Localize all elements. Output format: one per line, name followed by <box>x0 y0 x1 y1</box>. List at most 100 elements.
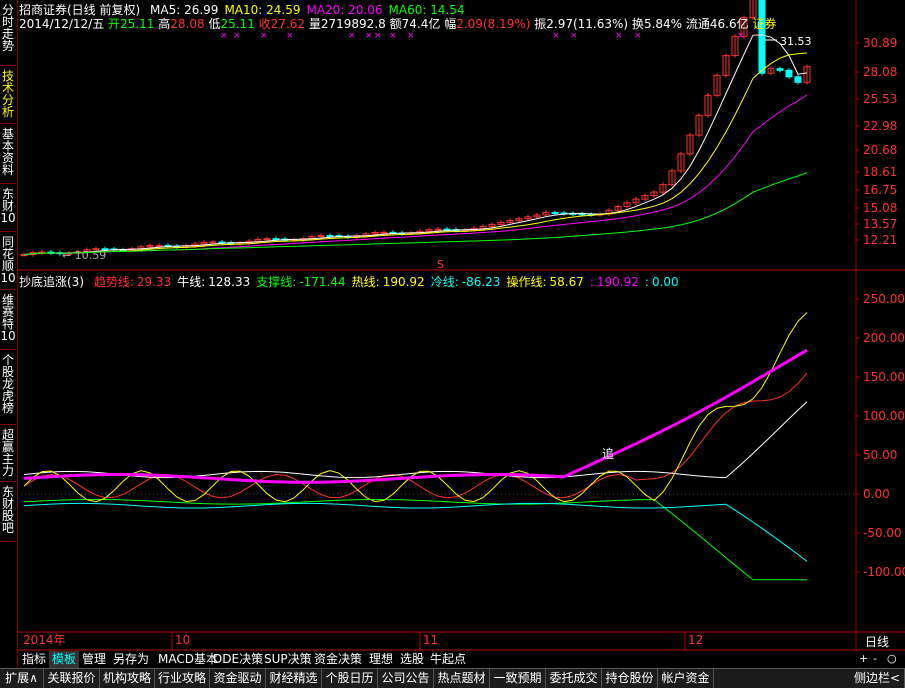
price-tick-label: 30.89 <box>863 36 897 50</box>
signal-marker: × <box>615 31 623 41</box>
signal-marker: × <box>348 31 356 41</box>
signal-marker: × <box>570 31 578 41</box>
signal-marker: × <box>389 31 397 41</box>
zoom-reset-button[interactable]: ○ <box>887 652 897 665</box>
indicator-tick-label: 150.00 <box>863 370 905 384</box>
sidebar-tab-guba[interactable]: 东财股吧 <box>0 482 16 542</box>
open-value: 25.11 <box>120 17 155 31</box>
bottom-institution[interactable]: 机构攻略 <box>100 669 155 688</box>
indicator-label-0: 趋势线: <box>93 275 134 289</box>
bottom-orders[interactable]: 委托成交 <box>546 669 602 688</box>
toolbar-template[interactable]: 模板 <box>49 651 80 668</box>
zoom-out-button[interactable]: - <box>873 652 877 665</box>
indicator-line-0 <box>23 372 808 499</box>
bottom-related-quote[interactable]: 关联报价 <box>44 669 100 688</box>
sidebar-tab-intraday[interactable]: 分时走势 <box>0 0 16 66</box>
bottom-calendar[interactable]: 个股日历 <box>322 669 378 688</box>
toolbar-manage[interactable]: 管理 <box>79 651 109 668</box>
low-value: 25.11 <box>220 17 255 31</box>
period-label[interactable]: 日线 <box>865 635 889 649</box>
high-value: 28.08 <box>170 17 205 31</box>
indicator-label-5: 操作线: <box>506 275 547 289</box>
signal-marker: × <box>220 31 228 41</box>
month-label: 10 <box>175 633 190 647</box>
sidebar-tab-dongcai10[interactable]: 东财 10 <box>0 184 16 232</box>
toolbar-dde[interactable]: DDE决策 <box>210 651 266 668</box>
signal-marker: × <box>286 31 294 41</box>
bottom-account[interactable]: 帐户资金 <box>658 669 714 688</box>
signal-marker: × <box>233 31 241 41</box>
month-label: 11 <box>423 633 438 647</box>
bottom-sidebar-toggle[interactable]: 侧边栏< <box>850 669 905 688</box>
indicator-tick-label: 0.00 <box>863 487 890 501</box>
high-label: 高 <box>158 17 171 31</box>
zoom-in-button[interactable]: + <box>859 652 868 665</box>
toolbar-sup[interactable]: SUP决策 <box>261 651 315 668</box>
amplitude-label: 振 <box>534 17 547 31</box>
indicator-value-2: -171.44 <box>299 275 346 289</box>
indicator-value-6: 190.92 <box>596 275 639 289</box>
year-label: 2014年 <box>23 633 66 647</box>
indicator-line-5 <box>23 348 808 484</box>
chart-area[interactable]: 30.89 28.08 25.53 22.98 20.68 18.61 16.75 15.08… <box>17 0 905 668</box>
ma-line-ma60 <box>23 172 808 256</box>
toolbar-indicator[interactable]: 指标 <box>19 651 49 668</box>
left-sidebar: 分时走势技术分析基本资料东财 10 同花顺 10 维赛特 10 个股龙虎榜超赢主力东财股吧 <box>0 0 18 668</box>
low-label: 低 <box>208 17 221 31</box>
signal-s-marker: S <box>437 258 444 271</box>
candle <box>326 235 334 238</box>
price-tick-label: 16.75 <box>863 183 897 197</box>
quote-line: 2014/12/12/五 开25.11 高28.08 低25.11 收27.62… <box>19 15 776 32</box>
bottom-expand[interactable]: 扩展∧ <box>0 669 44 688</box>
float-value: 46.6亿 <box>709 17 749 31</box>
indicator-line-4 <box>23 502 808 562</box>
indicator-tick-label: -100.00 <box>863 565 905 579</box>
toolbar-stock-pick[interactable]: 选股 <box>397 651 427 668</box>
indicator-value-5: 58.67 <box>549 275 584 289</box>
indicator-tick-label: 50.00 <box>863 448 897 462</box>
signal-marker: × <box>407 31 415 41</box>
volume-label: 量 <box>308 17 321 31</box>
bottom-bar: 扩展∧ 关联报价 机构攻略 行业攻略 资金驱动 财经精选 个股日历 公司公告 热点题材 一致预期委… <box>0 668 905 688</box>
toolbar-fund-decision[interactable]: 资金决策 <box>311 651 365 668</box>
bottom-industry[interactable]: 行业攻略 <box>155 669 210 688</box>
indicator-name[interactable]: 抄底追涨(3) <box>19 275 84 289</box>
indicator-line-1 <box>23 401 808 479</box>
candle <box>578 213 586 216</box>
sidebar-tab-dragon-tiger[interactable]: 个股龙虎榜 <box>0 350 16 425</box>
candle <box>758 0 766 74</box>
amount-label: 额 <box>389 17 402 31</box>
sidebar-tab-tonghuashun10[interactable]: 同花顺 10 <box>0 232 16 290</box>
candle <box>272 238 280 241</box>
bottom-hot-topics[interactable]: 热点题材 <box>434 669 490 688</box>
indicator-label-3: 热线: <box>351 275 380 289</box>
change-value: 2.09(8.19%) <box>456 17 531 31</box>
toolbar-bull-start[interactable]: 牛起点 <box>427 651 469 668</box>
open-label: 开 <box>108 17 121 31</box>
indicator-value-7: 0.00 <box>651 275 679 289</box>
price-tick-label: 13.57 <box>863 217 897 231</box>
signal-marker: × <box>374 31 382 41</box>
bottom-consensus[interactable]: 一致预期 <box>490 669 546 688</box>
sidebar-tab-technical[interactable]: 技术分析 <box>0 66 16 124</box>
sector-tag[interactable]: 证券 <box>752 17 776 31</box>
quote-date: 2014/12/12/五 <box>19 17 105 31</box>
sidebar-tab-weisaite10[interactable]: 维赛特 10 <box>0 290 16 350</box>
zoom-controls: + - ○ <box>857 652 905 667</box>
toolbar-ideal[interactable]: 理想 <box>366 651 396 668</box>
volume-value: 2719892.8 <box>320 17 386 31</box>
chart-canvas[interactable]: 30.89 28.08 25.53 22.98 20.68 18.61 16.75 15.08… <box>17 0 905 668</box>
bottom-finance[interactable]: 财经精选 <box>266 669 322 688</box>
close-value: 27.62 <box>270 17 306 31</box>
sidebar-tab-chaoying[interactable]: 超赢主力 <box>0 425 16 482</box>
bottom-holdings[interactable]: 持仓股份 <box>602 669 658 688</box>
turnover-value: 5.84% <box>643 17 683 31</box>
bottom-fund-drive[interactable]: 资金驱动 <box>210 669 266 688</box>
signal-marker: × <box>737 31 745 41</box>
bottom-announcements[interactable]: 公司公告 <box>378 669 434 688</box>
candle <box>794 76 802 83</box>
toolbar-save-as[interactable]: 另存为 <box>110 651 152 668</box>
candle <box>776 68 784 71</box>
sidebar-tab-fundamentals[interactable]: 基本资料 <box>0 124 16 184</box>
candle <box>551 211 559 214</box>
